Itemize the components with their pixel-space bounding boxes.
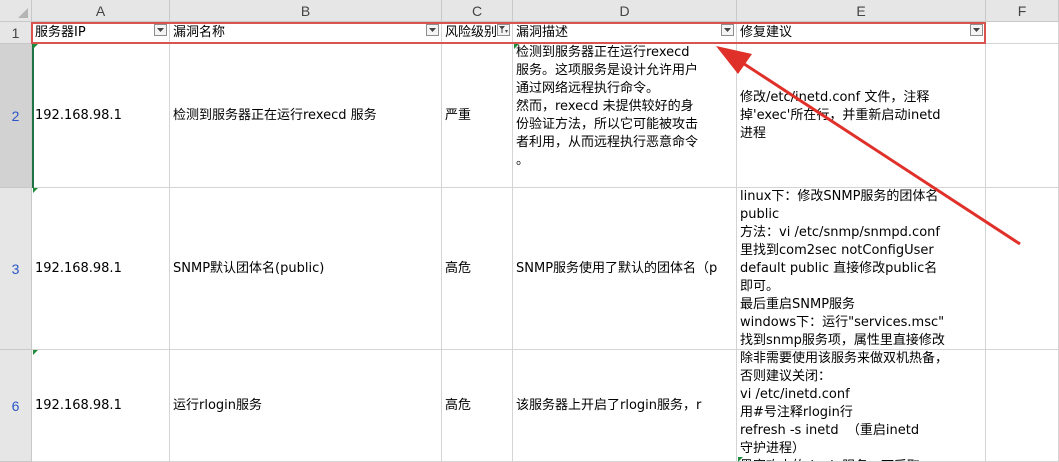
annotation-arrow — [716, 46, 1021, 246]
spreadsheet: A B C D E F 1 2 3 6 服务器IP 漏洞名称 风险级别 漏洞描述… — [0, 0, 1059, 462]
